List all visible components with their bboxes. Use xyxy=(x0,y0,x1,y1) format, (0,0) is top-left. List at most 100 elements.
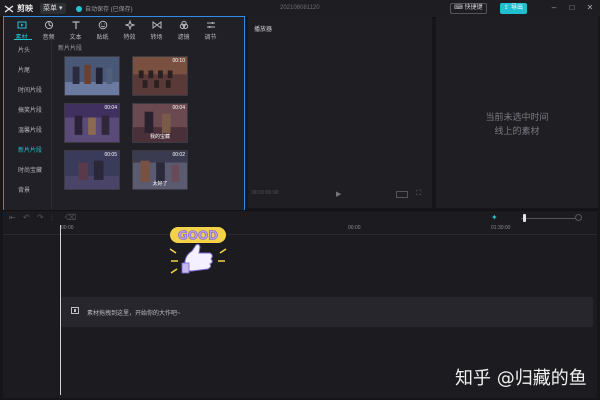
main-video-track[interactable]: 素材拖拽到这里，开始你的大作吧~ xyxy=(61,297,593,327)
autosave-text: 自动保存 (已保存) xyxy=(85,7,133,13)
player-panel: 播放器 00:00:00:00 ▶ ⛶ xyxy=(248,16,432,208)
tab-sticker[interactable]: 贴纸 xyxy=(89,17,116,41)
keyboard-icon: ⌨ xyxy=(454,5,463,11)
thumbnail-grid: 00:10 00:04 00:04 我的宝藏 00:05 00:02 太好了 xyxy=(58,56,242,190)
split-icon[interactable]: ⫶ xyxy=(51,213,53,223)
thumbnail-duration: 00:04 xyxy=(172,105,185,111)
tab-label: 贴纸 xyxy=(96,35,109,41)
text-icon xyxy=(72,21,79,29)
undo-icon[interactable]: ↶ xyxy=(23,213,30,222)
zoom-slider-track[interactable] xyxy=(521,218,575,219)
player-controls: 00:00:00:00 ▶ ⛶ xyxy=(248,190,432,200)
tab-label: 调节 xyxy=(204,35,217,41)
empty-message-line: 线上的素材 xyxy=(494,126,540,136)
tab-text[interactable]: 文本 xyxy=(62,17,89,41)
fullscreen-icon[interactable]: ⛶ xyxy=(416,190,421,198)
tab-label: 滤镜 xyxy=(177,35,190,41)
empty-selection-message: 当前未选中时间 线上的素材 xyxy=(436,110,598,138)
active-tab-indicator xyxy=(14,39,32,40)
tab-adjust[interactable]: 调节 xyxy=(197,17,224,41)
media-thumbnail[interactable]: 00:02 太好了 xyxy=(132,150,188,190)
sidebar-item[interactable]: 时尚宝藏 xyxy=(4,161,51,181)
ruler-tick-label: 00:00 xyxy=(348,225,361,231)
autosave-icon xyxy=(76,5,82,12)
svg-text:GOOD: GOOD xyxy=(178,229,218,243)
media-panel: 素材 音频 文本 贴纸 特效 转场 滤镜 调节 片头 片尾 时间片段 搞笑片段 … xyxy=(3,16,245,212)
app-name: 剪映 xyxy=(17,4,33,13)
tab-media[interactable]: 素材 xyxy=(8,17,35,41)
good-sticker-image[interactable]: GOOD xyxy=(168,223,228,275)
menu-label: 菜单 xyxy=(43,5,57,12)
sidebar-item[interactable]: 温馨片段 xyxy=(4,121,51,141)
app-logo-icon xyxy=(4,4,14,13)
section-title: 新片片段 xyxy=(58,46,83,52)
delete-icon[interactable]: ⌫ xyxy=(65,213,76,222)
media-thumbnail[interactable]: 00:05 xyxy=(64,150,120,190)
export-button[interactable]: ⇪ 导出 xyxy=(500,3,528,14)
thumbnail-duration: 00:05 xyxy=(104,152,117,158)
close-icon[interactable]: ✕ xyxy=(584,2,596,14)
aspect-ratio-icon[interactable] xyxy=(396,191,408,198)
maximize-icon[interactable]: □ xyxy=(566,2,578,14)
thumbnail-caption: 太好了 xyxy=(152,181,168,187)
menu-button[interactable]: 菜单 ▾ xyxy=(40,3,66,14)
media-thumbnail[interactable]: 00:04 xyxy=(64,103,120,143)
media-tabs: 素材 音频 文本 贴纸 特效 转场 滤镜 调节 xyxy=(4,17,244,41)
export-label: 导出 xyxy=(511,5,524,11)
zoom-fit-icon[interactable] xyxy=(575,214,582,221)
tab-transition[interactable]: 转场 xyxy=(143,17,170,41)
sidebar-item[interactable]: 背景 xyxy=(4,181,51,201)
player-title: 播放器 xyxy=(254,27,273,33)
autosave-status: 自动保存 (已保存) xyxy=(76,4,133,13)
snap-icon[interactable]: ✦ xyxy=(491,213,498,222)
tab-audio[interactable]: 音频 xyxy=(35,17,62,41)
watermark-text: 知乎 @归藏的鱼 xyxy=(455,368,587,389)
sidebar-item[interactable]: 片尾 xyxy=(4,61,51,81)
video-frame-image xyxy=(65,57,119,95)
video-track-icon xyxy=(71,307,79,314)
project-title: 202108081120 xyxy=(280,5,320,11)
app-brand: 剪映 xyxy=(4,3,33,14)
sidebar-item[interactable]: 搞笑片段 xyxy=(4,101,51,121)
sidebar-item[interactable]: 时间片段 xyxy=(4,81,51,101)
thumbnail-duration: 00:02 xyxy=(172,152,185,158)
ruler-tick-label: 00:00 xyxy=(61,225,74,231)
media-sidebar: 片头 片尾 时间片段 搞笑片段 温馨片段 新片片段 时尚宝藏 背景 xyxy=(4,41,52,211)
timeline-toolbar: ⇤ ↶ ↷ ⫶ ⌫ ✦ xyxy=(3,211,597,225)
tab-effects[interactable]: 特效 xyxy=(116,17,143,41)
sidebar-item-active[interactable]: 新片片段 xyxy=(4,141,51,161)
select-icon[interactable]: ⇤ xyxy=(9,213,16,222)
minimize-icon[interactable]: – xyxy=(548,2,560,14)
thumbnail-caption: 我的宝藏 xyxy=(149,134,170,140)
player-timecode: 00:00:00:00 xyxy=(252,190,279,196)
shortcut-button[interactable]: ⌨ 快捷键 xyxy=(450,3,487,14)
media-grid-area: 新片片段 00:10 00:04 00:04 我的宝藏 00:05 00:02 … xyxy=(58,43,242,208)
empty-message-line: 当前未选中时间 xyxy=(485,112,549,122)
adjust-icon xyxy=(206,22,215,28)
tab-label: 音频 xyxy=(42,35,55,41)
ruler-tick-label: 01:30:00 xyxy=(491,225,511,231)
track-drop-hint: 素材拖拽到这里，开始你的大作吧~ xyxy=(87,311,181,317)
media-thumbnail[interactable] xyxy=(64,56,120,96)
time-ruler[interactable]: 00:00 00:00 01:30:00 xyxy=(3,225,597,235)
sidebar-item[interactable]: 片头 xyxy=(4,41,51,61)
effects-icon xyxy=(124,20,135,30)
export-icon: ⇪ xyxy=(504,5,510,11)
thumbnail-duration: 00:04 xyxy=(104,105,117,111)
tab-label: 转场 xyxy=(150,35,163,41)
redo-icon[interactable]: ↷ xyxy=(37,213,44,222)
properties-panel: 当前未选中时间 线上的素材 xyxy=(436,16,598,208)
music-icon xyxy=(44,20,53,30)
thumbnail-duration: 00:10 xyxy=(172,58,185,64)
media-icon xyxy=(17,21,26,29)
tab-label: 文本 xyxy=(69,35,82,41)
media-thumbnail[interactable]: 00:10 xyxy=(132,56,188,96)
play-icon[interactable]: ▶ xyxy=(336,190,341,198)
media-thumbnail[interactable]: 00:04 我的宝藏 xyxy=(132,103,188,143)
chevron-down-icon: ▾ xyxy=(59,5,63,12)
transition-icon xyxy=(152,21,161,29)
tab-filter[interactable]: 滤镜 xyxy=(170,17,197,41)
zoom-slider-handle[interactable] xyxy=(523,214,526,222)
filter-icon xyxy=(179,20,188,30)
tab-label: 特效 xyxy=(123,35,136,41)
